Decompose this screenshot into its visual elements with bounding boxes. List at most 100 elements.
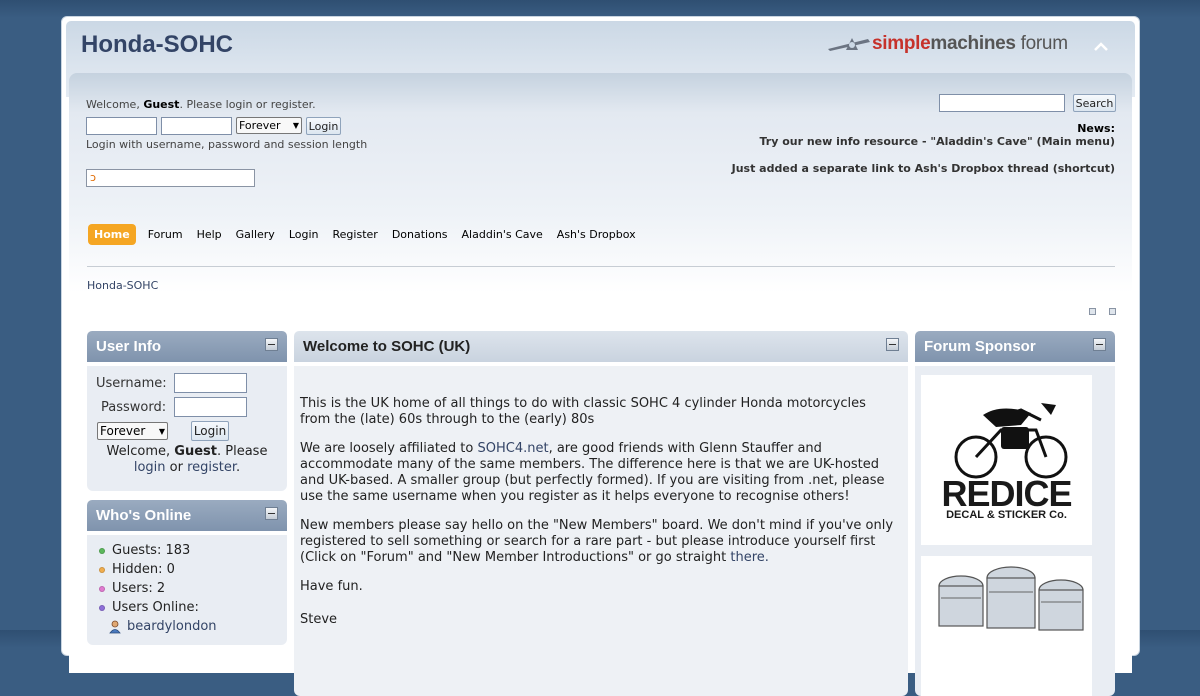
password-input[interactable] — [161, 117, 232, 135]
menu-item-ashs-dropbox[interactable]: Ash's Dropbox — [550, 225, 643, 244]
sidebar-username-input[interactable] — [174, 373, 247, 393]
register-link[interactable]: register — [271, 98, 312, 111]
sidebar-login-link[interactable]: login — [134, 460, 166, 475]
forum-sponsor-block: Forum Sponsor REDICE DECAL & STICKER Co. — [915, 331, 1115, 696]
sidebar-welcome-suffix: . Please — [216, 444, 268, 459]
sidebar-password-input[interactable] — [174, 397, 247, 417]
sidebar-register-link[interactable]: register — [187, 460, 236, 475]
welcome-middle: . Please — [179, 98, 226, 111]
breadcrumb[interactable]: Honda-SOHC — [87, 279, 158, 292]
sidebar-period: . — [236, 460, 241, 475]
sponsor-logo-sub: DECAL & STICKER Co. — [946, 509, 1067, 521]
menu-item-donations[interactable]: Donations — [385, 225, 455, 244]
collapse-icon[interactable] — [265, 338, 278, 351]
or-text: or — [252, 98, 271, 111]
menu-item-help[interactable]: Help — [190, 225, 229, 244]
chevron-down-icon: ▼ — [158, 426, 165, 436]
password-label: Password: — [101, 400, 167, 415]
online-user-entry[interactable]: beardylondon — [109, 619, 217, 634]
logo-part-forum: forum — [1015, 33, 1068, 54]
forum-sponsor-panel: REDICE DECAL & STICKER Co. — [915, 366, 1115, 696]
online-username[interactable]: beardylondon — [127, 619, 217, 634]
sidebar-login-button[interactable]: Login — [191, 421, 229, 441]
user-info-block: User Info Username: Password: Forever ▼ … — [87, 331, 287, 496]
whos-online-panel: Guests: 183 Hidden: 0 Users: 2 Users Onl… — [87, 535, 287, 645]
pink-dot-icon — [99, 585, 105, 592]
menu-item-aladdins-cave[interactable]: Aladdin's Cave — [455, 225, 550, 244]
online-users-online: Users Online: — [99, 600, 199, 615]
username-input[interactable] — [86, 117, 157, 135]
pistons-sponsor-image[interactable] — [921, 556, 1092, 696]
online-guests: Guests: 183 — [99, 543, 190, 558]
user-info-panel: Username: Password: Forever ▼ Login Welc… — [87, 366, 287, 491]
welcome-panel: This is the UK home of all things to do … — [294, 366, 908, 696]
redice-sponsor-image[interactable]: REDICE DECAL & STICKER Co. — [921, 375, 1092, 545]
search-button[interactable]: Search — [1073, 94, 1116, 112]
collapse-icon[interactable] — [886, 338, 899, 351]
collapse-right-icon[interactable] — [1109, 308, 1116, 315]
sidebar-welcome-prefix: Welcome, — [106, 444, 175, 459]
session-length-select[interactable]: Forever ▼ — [236, 117, 302, 134]
logo-part-machines: machines — [930, 33, 1016, 54]
login-link[interactable]: login — [226, 98, 253, 111]
welcome-paragraph: Have fun. — [300, 579, 363, 594]
there-link[interactable]: there. — [730, 550, 769, 565]
p3-text-a: New members please say hello on the "New… — [300, 518, 894, 565]
news-label: News: — [1077, 122, 1115, 135]
users-count: Users: 2 — [112, 581, 166, 596]
sidebar-or-text: or — [165, 460, 188, 475]
user-icon — [109, 620, 121, 634]
user-info-header: User Info — [87, 331, 287, 362]
forum-sponsor-title: Forum Sponsor — [924, 338, 1036, 355]
smf-gear-logo-icon — [828, 38, 870, 51]
online-hidden: Hidden: 0 — [99, 562, 175, 577]
collapse-icon[interactable] — [265, 507, 278, 520]
forum-title[interactable]: Honda-SOHC — [81, 31, 233, 59]
purple-dot-icon — [99, 604, 105, 611]
welcome-paragraph: New members please say hello on the "New… — [300, 518, 900, 566]
page-wrapper: Honda-SOHC simplemachines forum Welcome,… — [61, 16, 1140, 696]
main-content: Welcome, Guest. Please login or register… — [69, 73, 1132, 696]
welcome-paragraph: We are loosely affiliated to SOHC4.net, … — [300, 441, 900, 505]
news-item: Try our new info resource - "Aladdin's C… — [759, 135, 1115, 148]
chevron-down-icon: ▼ — [292, 121, 299, 130]
search-input[interactable] — [939, 94, 1065, 112]
captcha-field[interactable]: ↄ — [86, 169, 255, 187]
logo-part-simple: simple — [872, 33, 931, 54]
green-dot-icon — [99, 547, 105, 554]
login-button[interactable]: Login — [306, 117, 341, 135]
welcome-body: This is the UK home of all things to do … — [300, 396, 900, 641]
period-text: . — [312, 98, 316, 111]
menu-item-login[interactable]: Login — [282, 225, 326, 244]
welcome-paragraph: This is the UK home of all things to do … — [300, 396, 866, 427]
smf-logo[interactable]: simplemachines forum — [828, 29, 1068, 59]
menu-item-home[interactable]: Home — [88, 224, 136, 245]
login-hint: Login with username, password and sessio… — [86, 138, 368, 151]
sidebar-session-value: Forever — [100, 424, 146, 438]
welcome-title: Welcome to SOHC (UK) — [303, 338, 471, 355]
sohc4-link[interactable]: SOHC4.net — [478, 441, 549, 456]
divider — [87, 266, 1115, 267]
session-length-value: Forever — [239, 119, 281, 132]
sidebar-session-select[interactable]: Forever ▼ — [97, 422, 168, 440]
collapse-left-icon[interactable] — [1089, 308, 1096, 315]
whos-online-header: Who's Online — [87, 500, 287, 531]
menu-item-gallery[interactable]: Gallery — [229, 225, 282, 244]
welcome-prefix: Welcome, — [86, 98, 144, 111]
chevron-up-icon[interactable] — [1093, 33, 1109, 57]
collapse-icon[interactable] — [1093, 338, 1106, 351]
pistons-icon — [938, 566, 1084, 631]
menu-item-forum[interactable]: Forum — [141, 225, 190, 244]
news-item: Just added a separate link to Ash's Drop… — [731, 162, 1115, 175]
online-users: Users: 2 — [99, 581, 165, 596]
welcome-block: Welcome to SOHC (UK) This is the UK home… — [294, 331, 908, 696]
user-info-title: User Info — [96, 338, 162, 355]
users-online-label: Users Online: — [112, 600, 199, 615]
sidebar-welcome: Welcome, Guest. Please login or register… — [87, 444, 287, 476]
forum-sponsor-header: Forum Sponsor — [915, 331, 1115, 362]
whos-online-title: Who's Online — [96, 507, 192, 524]
menu-item-register[interactable]: Register — [326, 225, 385, 244]
welcome-signature: Steve — [300, 612, 338, 627]
p2-text-a: We are loosely affiliated to — [300, 441, 478, 456]
welcome-guest: Guest — [143, 98, 180, 111]
